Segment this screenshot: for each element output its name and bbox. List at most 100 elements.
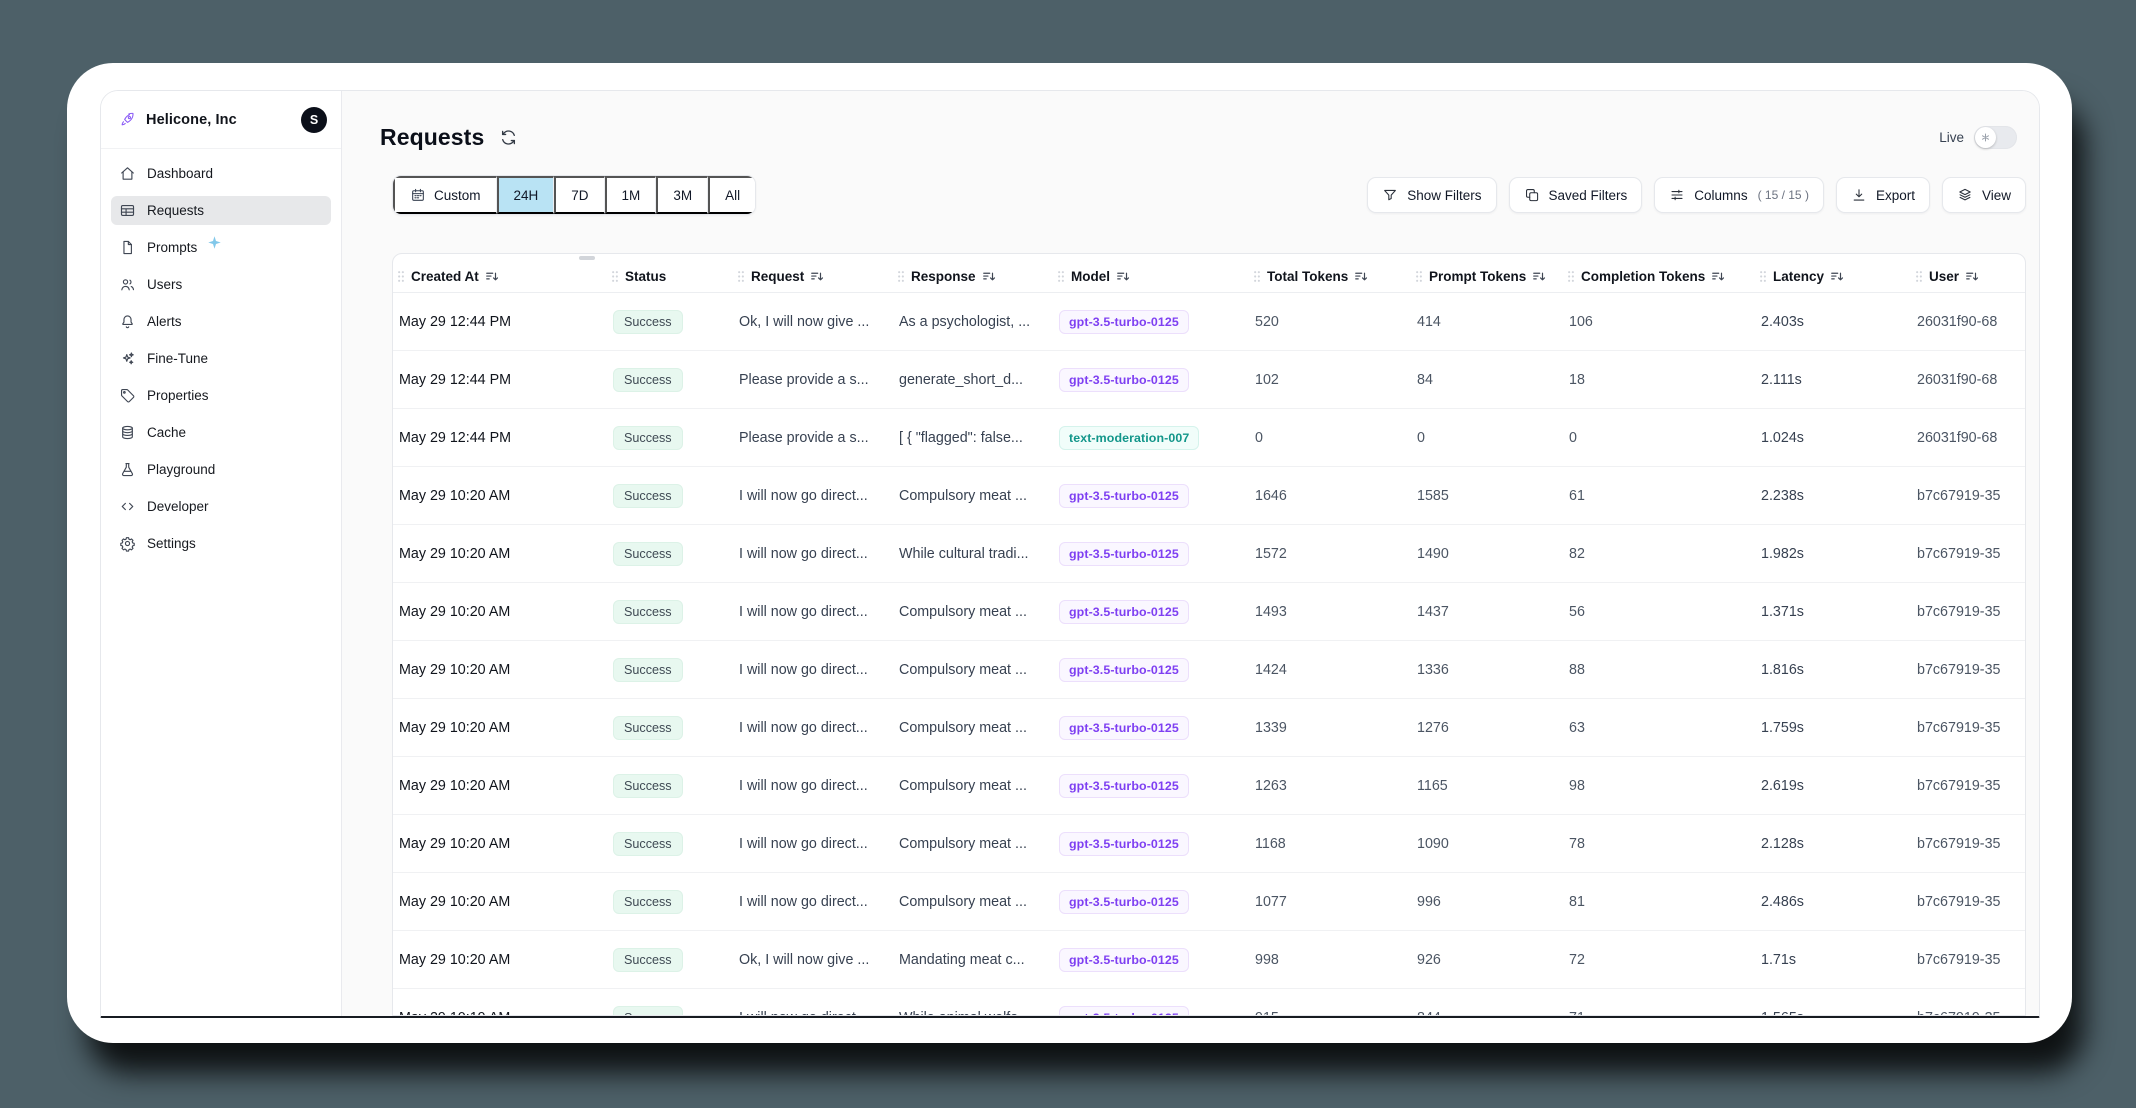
time-range-3m[interactable]: 3M [656,176,708,214]
table-scrollbar [393,254,2025,261]
time-range-custom[interactable]: Custom [393,176,497,214]
column-header-status[interactable]: Status [607,269,733,284]
sort-descending-icon [1354,270,1368,283]
cell-user: b7c67919-35 [1911,1010,2025,1016]
cell-response: Compulsory meat ... [893,662,1053,678]
cell-created-at: May 29 12:44 PM [393,314,607,330]
table-row[interactable]: May 29 12:44 PMSuccessOk, I will now giv… [393,293,2025,351]
cell-model: gpt-3.5-turbo-0125 [1053,658,1249,682]
column-header-request[interactable]: Request [733,269,893,284]
table-row[interactable]: May 29 10:20 AMSuccessI will now go dire… [393,757,2025,815]
cell-model: gpt-3.5-turbo-0125 [1053,832,1249,856]
cell-total-tokens: 1493 [1249,604,1411,620]
live-toggle[interactable] [1974,126,2017,149]
drag-handle-icon [1253,270,1261,283]
cell-completion-tokens: 71 [1563,1010,1755,1016]
table-row[interactable]: May 29 10:20 AMSuccessI will now go dire… [393,873,2025,931]
action-label: Columns [1694,188,1747,203]
cell-status: Success [607,426,733,450]
model-badge: text-moderation-007 [1059,426,1199,450]
table-row[interactable]: May 29 10:20 AMSuccessI will now go dire… [393,641,2025,699]
home-icon [119,165,136,182]
sort-descending-icon [1711,270,1725,283]
cell-latency: 1.024s [1755,430,1911,446]
table-row[interactable]: May 29 10:20 AMSuccessI will now go dire… [393,699,2025,757]
drag-handle-icon [1915,270,1923,283]
column-header-model[interactable]: Model [1053,269,1249,284]
time-range-7d[interactable]: 7D [554,176,604,214]
cell-model: gpt-3.5-turbo-0125 [1053,600,1249,624]
cell-prompt-tokens: 1276 [1411,720,1563,736]
cell-status: Success [607,832,733,856]
sidebar-item-cache[interactable]: Cache [111,418,331,447]
view-button[interactable]: View [1942,177,2026,213]
time-range-1m[interactable]: 1M [605,176,657,214]
cell-response: Mandating meat c... [893,952,1053,968]
table-scrollbar-thumb[interactable] [579,256,595,260]
saved-filters-button[interactable]: Saved Filters [1509,177,1643,213]
org-name: Helicone, Inc [146,112,237,128]
show-filters-button[interactable]: Show Filters [1367,177,1496,213]
time-range-all[interactable]: All [708,176,755,214]
table-row[interactable]: May 29 10:20 AM Success I will now go dire… [393,583,2025,641]
table-row[interactable]: May 29 10:19 AMSuccessI will now go dire… [393,989,2025,1015]
table-row[interactable]: May 29 10:20 AMSuccessI will now go dire… [393,815,2025,873]
cell-total-tokens: 1572 [1249,546,1411,562]
toolbar-actions: Show Filters Saved Filters Columns( 15 / 1… [1367,177,2026,213]
export-button[interactable]: Export [1836,177,1930,213]
cell-latency: 1.816s [1755,662,1911,678]
sidebar-item-playground[interactable]: Playground [111,455,331,484]
cell-created-at: May 29 10:20 AM [393,604,607,620]
column-header-created-at[interactable]: Created At [393,269,607,284]
time-range-24h[interactable]: 24H [497,176,555,214]
funnel-icon [1382,187,1398,203]
status-badge: Success [613,600,683,624]
cell-response: As a psychologist, ... [893,314,1053,330]
column-header-latency[interactable]: Latency [1755,269,1911,284]
cell-total-tokens: 998 [1249,952,1411,968]
sidebar-item-prompts[interactable]: Prompts [111,233,331,262]
beaker-icon [119,461,136,478]
sparkle-badge-icon [206,234,223,251]
avatar[interactable]: S [301,107,327,133]
sidebar-item-users[interactable]: Users [111,270,331,299]
table-row[interactable]: May 29 12:44 PMSuccessPlease provide a s… [393,351,2025,409]
sidebar-item-fine-tune[interactable]: Fine-Tune [111,344,331,373]
cell-completion-tokens: 61 [1563,488,1755,504]
cell-request: I will now go direct... [733,488,893,504]
column-label: Prompt Tokens [1429,269,1526,284]
sliders-icon [1669,187,1685,203]
sidebar-item-settings[interactable]: Settings [111,529,331,558]
cell-prompt-tokens: 0 [1411,430,1563,446]
org-switcher[interactable]: Helicone, Inc S [101,91,341,149]
download-icon [1851,187,1867,203]
column-header-response[interactable]: Response [893,269,1053,284]
bell-icon [119,313,136,330]
column-header-prompt-tokens[interactable]: Prompt Tokens [1411,269,1563,284]
sidebar-item-alerts[interactable]: Alerts [111,307,331,336]
status-badge: Success [613,948,683,972]
cell-latency: 2.403s [1755,314,1911,330]
sidebar-item-properties[interactable]: Properties [111,381,331,410]
sidebar-item-label: Fine-Tune [147,350,208,367]
table-row[interactable]: May 29 12:44 PMSuccessPlease provide a s… [393,409,2025,467]
refresh-button[interactable] [499,128,518,147]
table-row[interactable]: May 29 10:20 AMSuccessI will now go dire… [393,525,2025,583]
sidebar-item-dashboard[interactable]: Dashboard [111,159,331,188]
sidebar-item-developer[interactable]: Developer [111,492,331,521]
column-header-total-tokens[interactable]: Total Tokens [1249,269,1411,284]
cell-prompt-tokens: 926 [1411,952,1563,968]
sidebar-item-requests[interactable]: Requests [111,196,331,225]
cell-user: b7c67919-35 [1911,894,2025,910]
table-row[interactable]: May 29 10:20 AMSuccessI will now go dire… [393,467,2025,525]
columns-button[interactable]: Columns( 15 / 15 ) [1654,177,1824,213]
time-range-label: 3M [673,188,692,203]
cell-request: I will now go direct... [733,604,893,620]
code-icon [119,498,136,515]
column-header-user[interactable]: User [1911,269,2025,284]
cell-request: I will now go direct... [733,720,893,736]
cell-total-tokens: 1339 [1249,720,1411,736]
table-row[interactable]: May 29 10:20 AMSuccessOk, I will now giv… [393,931,2025,989]
column-label: Model [1071,269,1110,284]
column-header-completion-tokens[interactable]: Completion Tokens [1563,269,1755,284]
